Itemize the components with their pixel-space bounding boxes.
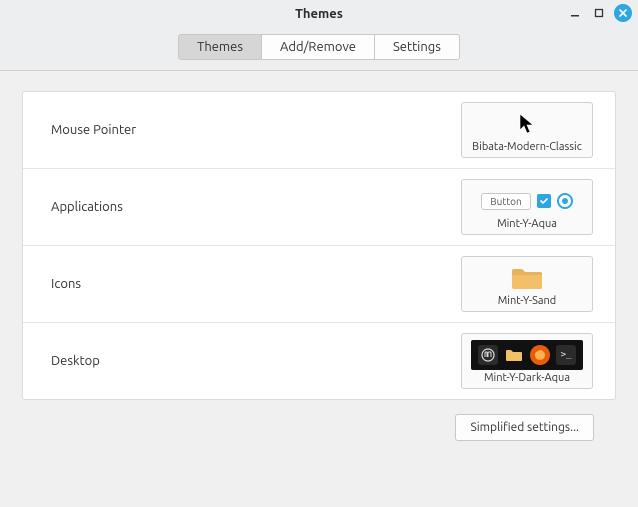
taskbar-folder-icon [504, 345, 524, 365]
close-icon [618, 8, 628, 18]
maximize-button[interactable] [590, 4, 608, 22]
simplified-settings-button[interactable]: Simplified settings... [455, 414, 594, 441]
content-area: Mouse Pointer Bibata-Modern-Classic Appl… [0, 71, 638, 507]
row-label-desktop: Desktop [51, 354, 100, 368]
selector-mouse-pointer[interactable]: Bibata-Modern-Classic [461, 102, 593, 158]
preview-checkbox-widget [537, 194, 551, 208]
tab-settings[interactable]: Settings [375, 35, 459, 59]
maximize-icon [594, 8, 604, 18]
preview-radio-widget [557, 193, 573, 209]
taskbar-firefox-icon [530, 345, 550, 365]
preview-icons [510, 263, 544, 293]
selector-icons[interactable]: Mint-Y-Sand [461, 256, 593, 312]
tabbar: Themes Add/Remove Settings [0, 28, 638, 71]
selector-applications[interactable]: Button Mint-Y-Aqua [461, 179, 593, 235]
selector-desktop[interactable]: >_ Mint-Y-Dark-Aqua [461, 333, 593, 389]
preview-applications: Button [481, 186, 572, 216]
value-icons: Mint-Y-Sand [498, 295, 557, 307]
value-mouse-pointer: Bibata-Modern-Classic [472, 141, 582, 153]
close-button[interactable] [614, 4, 632, 22]
preview-button-widget: Button [481, 193, 530, 210]
row-desktop: Desktop >_ [23, 323, 615, 399]
folder-icon [510, 265, 544, 291]
check-icon [539, 196, 549, 206]
cursor-icon [517, 112, 537, 136]
desktop-taskbar-preview: >_ [471, 340, 583, 370]
value-desktop: Mint-Y-Dark-Aqua [484, 372, 570, 384]
row-label-applications: Applications [51, 200, 123, 214]
row-icons: Icons Mint-Y-Sand [23, 246, 615, 323]
tab-add-remove[interactable]: Add/Remove [262, 35, 375, 59]
preview-mouse-pointer [517, 109, 537, 139]
titlebar: Themes [0, 0, 638, 28]
mint-menu-icon [478, 345, 498, 365]
minimize-icon [570, 8, 580, 18]
row-label-mouse-pointer: Mouse Pointer [51, 123, 136, 137]
window: Themes Themes Add/Remove Settings Mouse … [0, 0, 638, 507]
row-mouse-pointer: Mouse Pointer Bibata-Modern-Classic [23, 92, 615, 169]
taskbar-terminal-icon: >_ [556, 345, 576, 365]
preview-desktop: >_ [471, 340, 583, 370]
tab-group: Themes Add/Remove Settings [178, 34, 460, 60]
row-label-icons: Icons [51, 277, 81, 291]
minimize-button[interactable] [566, 4, 584, 22]
themes-card: Mouse Pointer Bibata-Modern-Classic Appl… [22, 91, 616, 400]
footer: Simplified settings... [22, 400, 616, 441]
window-controls [566, 4, 632, 22]
value-applications: Mint-Y-Aqua [497, 218, 557, 230]
window-title: Themes [295, 7, 343, 21]
tab-themes[interactable]: Themes [179, 35, 262, 59]
row-applications: Applications Button Mint-Y-Aqua [23, 169, 615, 246]
